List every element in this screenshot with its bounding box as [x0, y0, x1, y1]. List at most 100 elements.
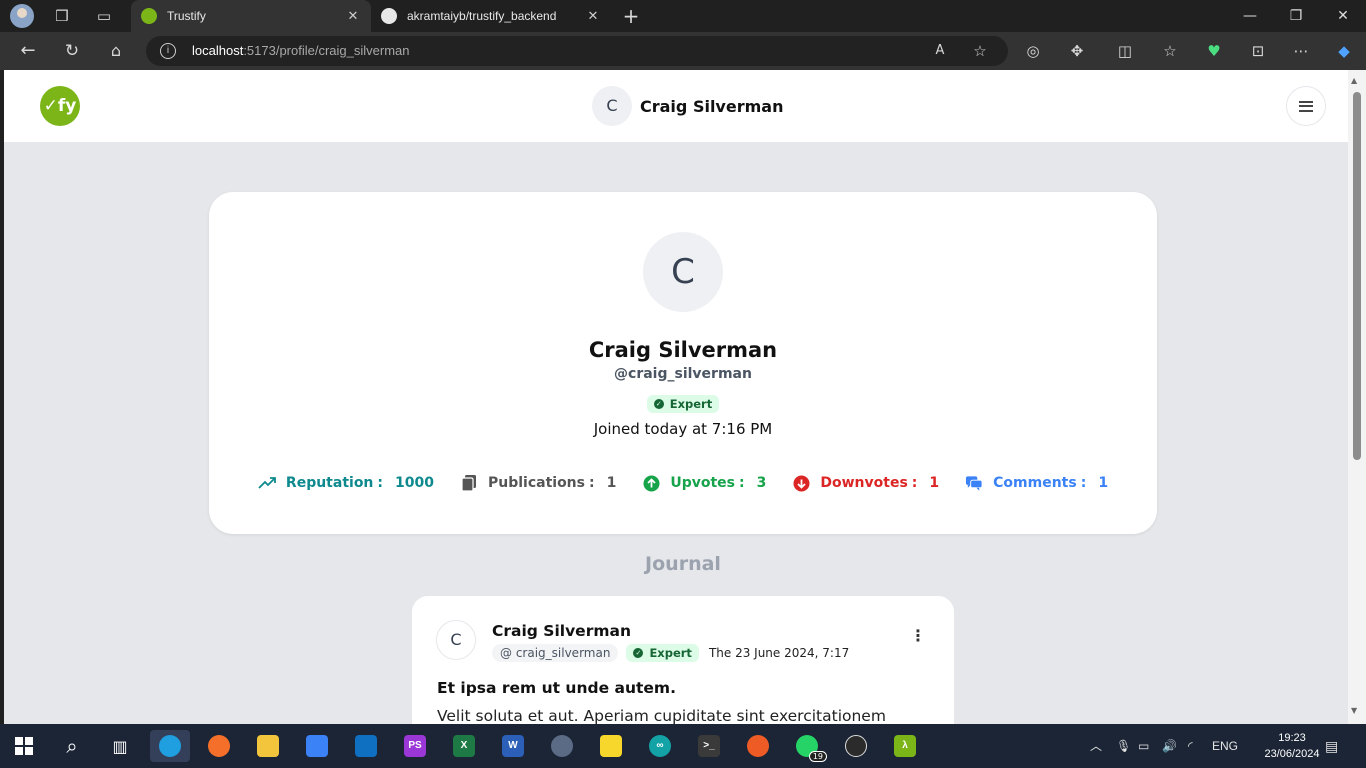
- home-icon[interactable]: ⌂: [104, 39, 128, 63]
- taskbar-vscode[interactable]: [346, 730, 386, 762]
- close-tab-icon[interactable]: ✕: [345, 8, 361, 24]
- menu-button[interactable]: [1286, 86, 1326, 126]
- copilot-icon[interactable]: ◆: [1332, 39, 1356, 63]
- extensions-icon[interactable]: ✥: [1065, 39, 1089, 63]
- tray-chevron-icon[interactable]: ︿: [1090, 724, 1102, 768]
- battery-icon[interactable]: ▭: [1138, 724, 1149, 768]
- edge-icon: [159, 735, 181, 757]
- sticky-notes-icon: [600, 735, 622, 757]
- stat-value: 1: [606, 475, 617, 491]
- folder-icon: [257, 735, 279, 757]
- post-author-name[interactable]: Craig Silverman: [492, 622, 631, 640]
- taskbar-phpstorm[interactable]: PS: [395, 730, 435, 762]
- taskbar-excel[interactable]: X: [444, 730, 484, 762]
- close-window-icon[interactable]: ✕: [1331, 4, 1355, 28]
- taskbar-word[interactable]: W: [493, 730, 533, 762]
- taskbar-whatsapp[interactable]: 19: [787, 730, 827, 762]
- screenshot-icon[interactable]: ⊡: [1246, 39, 1270, 63]
- post-author-handle[interactable]: @ craig_silverman: [492, 644, 619, 662]
- hamburger-icon: [1299, 100, 1313, 112]
- profile-badge-wrap: ✓ Expert: [209, 391, 1157, 413]
- copilot-compass-icon[interactable]: ◎: [1021, 39, 1045, 63]
- taskbar-edge[interactable]: [150, 730, 190, 762]
- store-icon: [306, 735, 328, 757]
- clock-date: 23/06/2024: [1264, 748, 1320, 760]
- vscode-icon: [355, 735, 377, 757]
- expert-badge: ✓ Expert: [646, 395, 720, 413]
- badge-label: Expert: [669, 397, 713, 411]
- taskbar-laravel-herd[interactable]: λ: [885, 730, 925, 762]
- stat-label: Downvotes: [820, 475, 908, 491]
- close-tab-icon[interactable]: ✕: [585, 8, 601, 24]
- taskbar-obs[interactable]: [836, 730, 876, 762]
- taskbar-store[interactable]: [297, 730, 337, 762]
- page-scrollbar[interactable]: ▲ ▼: [1348, 70, 1366, 724]
- stat-upvotes: Upvotes: 3: [642, 474, 766, 492]
- profile-handle: @craig_silverman: [614, 366, 752, 382]
- taskbar-sticky-notes[interactable]: [591, 730, 631, 762]
- taskbar-arduino[interactable]: ∞: [640, 730, 680, 762]
- back-icon[interactable]: ←: [16, 39, 40, 63]
- tab-title: Trustify: [167, 9, 206, 23]
- minimize-icon[interactable]: —: [1238, 4, 1262, 28]
- site-info-icon[interactable]: i: [160, 43, 176, 59]
- scrollbar-thumb[interactable]: [1353, 92, 1361, 460]
- favorite-star-icon[interactable]: ☆: [968, 39, 992, 63]
- notifications-icon[interactable]: ▤: [1325, 724, 1338, 768]
- workspaces-icon[interactable]: ❒: [50, 4, 74, 28]
- taskbar-app-satellite[interactable]: [542, 730, 582, 762]
- tab-actions-icon[interactable]: ▭: [92, 4, 116, 28]
- scroll-down-arrow-icon[interactable]: ▼: [1351, 706, 1357, 715]
- profile-joined: Joined today at 7:16 PM: [593, 420, 773, 438]
- more-options-icon[interactable]: ⋯: [1289, 39, 1313, 63]
- stat-value: 1: [1098, 475, 1109, 491]
- taskbar-terminal[interactable]: >_: [689, 730, 729, 762]
- excel-icon: X: [453, 735, 475, 757]
- clock-time: 19:23: [1278, 732, 1306, 744]
- browser-essentials-icon[interactable]: ♥: [1202, 39, 1226, 63]
- taskbar-clock[interactable]: 19:23 23/06/2024: [1262, 730, 1322, 762]
- volume-icon[interactable]: 🔊: [1162, 724, 1177, 768]
- documents-icon: [460, 474, 478, 492]
- start-button[interactable]: [4, 730, 44, 762]
- windows-taskbar: ⌕ ▥ PS X W ∞ >_ 19 λ ︿ 🎙 ▭ 🔊 ◜ ENG 19:23…: [0, 724, 1366, 768]
- task-view-icon[interactable]: ▥: [100, 730, 140, 762]
- chat-bubbles-icon: [965, 474, 983, 492]
- post-title[interactable]: Et ipsa rem ut unde autem.: [437, 679, 676, 697]
- microphone-icon[interactable]: 🎙: [1116, 724, 1131, 768]
- header-user[interactable]: C Craig Silverman: [592, 86, 783, 126]
- badge-label: Expert: [649, 646, 692, 660]
- scroll-up-arrow-icon[interactable]: ▲: [1351, 76, 1357, 85]
- postman-icon: [747, 735, 769, 757]
- post-author-avatar[interactable]: C: [436, 620, 476, 660]
- search-icon[interactable]: ⌕: [52, 730, 92, 762]
- trustify-logo[interactable]: ✓fy: [40, 86, 80, 126]
- browser-profile-avatar[interactable]: [10, 4, 34, 28]
- language-indicator[interactable]: ENG: [1212, 724, 1238, 768]
- address-path: :5173/profile/craig_silverman: [243, 43, 410, 58]
- taskbar-postman[interactable]: [738, 730, 778, 762]
- tab-trustify[interactable]: Trustify ✕: [131, 0, 371, 32]
- address-host: localhost: [192, 43, 244, 58]
- split-screen-icon[interactable]: ◫: [1113, 39, 1137, 63]
- github-favicon-icon: [381, 8, 397, 24]
- favorites-icon[interactable]: ☆: [1158, 39, 1182, 63]
- restore-icon[interactable]: ❐: [1284, 4, 1308, 28]
- arrow-up-circle-icon: [642, 474, 660, 492]
- taskbar-file-explorer[interactable]: [248, 730, 288, 762]
- new-tab-icon[interactable]: +: [619, 4, 643, 28]
- terminal-icon: >_: [698, 735, 720, 757]
- address-bar[interactable]: i localhost:5173/profile/craig_silverman: [146, 36, 1008, 66]
- journal-heading: Journal: [645, 553, 721, 575]
- profile-card: C Craig Silverman @craig_silverman ✓ Exp…: [209, 192, 1157, 534]
- refresh-icon[interactable]: ↻: [60, 39, 84, 63]
- stat-value: 1000: [395, 475, 434, 491]
- read-aloud-icon[interactable]: A: [928, 39, 952, 63]
- post-more-options-icon[interactable]: ⋮: [908, 628, 928, 644]
- whatsapp-unread-badge: 19: [808, 751, 827, 762]
- tab-github[interactable]: akramtaiyb/trustify_backend ✕: [371, 0, 611, 32]
- trending-up-icon: [258, 474, 276, 492]
- tab-title: akramtaiyb/trustify_backend: [407, 9, 557, 23]
- taskbar-firefox[interactable]: [199, 730, 239, 762]
- wifi-icon[interactable]: ◜: [1188, 724, 1193, 768]
